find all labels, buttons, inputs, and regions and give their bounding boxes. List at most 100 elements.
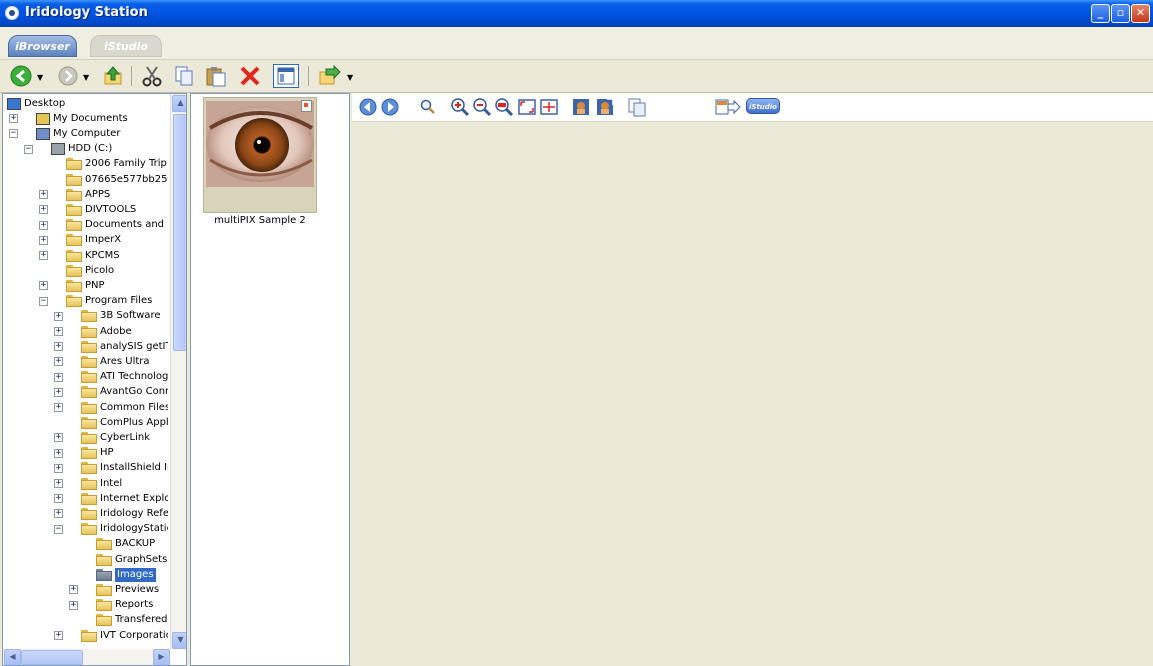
expand-icon[interactable]: +	[54, 631, 63, 640]
expand-icon[interactable]: +	[54, 387, 63, 397]
next-image-icon[interactable]	[380, 97, 400, 117]
zoom-out-icon[interactable]	[472, 97, 492, 117]
tree-item[interactable]: Reports	[96, 598, 168, 613]
expand-icon[interactable]: +	[54, 433, 63, 443]
tree-item[interactable]: HDD (C:)	[51, 142, 168, 157]
expand-icon[interactable]: +	[54, 403, 63, 412]
expand-icon[interactable]: +	[54, 342, 63, 352]
forward-dropdown-icon[interactable]: ▼	[83, 73, 89, 82]
expand-icon[interactable]: +	[9, 114, 18, 124]
expand-icon[interactable]: +	[54, 448, 63, 458]
fit-width-icon[interactable]	[539, 97, 559, 117]
expand-icon[interactable]: +	[54, 372, 63, 382]
back-dropdown-icon[interactable]: ▼	[37, 73, 43, 82]
tree-item[interactable]: ATI Technologies	[81, 370, 168, 385]
collapse-icon[interactable]: −	[9, 129, 18, 139]
expand-icon[interactable]: +	[39, 281, 48, 291]
fit-window-icon[interactable]	[517, 97, 537, 117]
zoom-icon[interactable]	[418, 97, 438, 117]
tree-item[interactable]: KPCMS	[66, 248, 168, 263]
tree-item[interactable]: Iridology Referer	[81, 506, 168, 521]
folder-tree[interactable]: Desktop + My Documents − My Computer − HDD (C:…	[2, 93, 187, 666]
tree-item[interactable]: Internet Explorer	[81, 491, 168, 506]
tree-item[interactable]: ImperX	[66, 233, 168, 248]
tree-item[interactable]: AvantGo Connec	[81, 385, 168, 400]
view-layout-icon[interactable]	[273, 64, 299, 88]
back-icon[interactable]	[8, 64, 34, 88]
image-info-icon[interactable]	[571, 97, 591, 117]
close-button[interactable]: ✕	[1131, 4, 1150, 23]
tab-istudio[interactable]: iStudio	[90, 35, 162, 57]
zoom-in-icon[interactable]	[450, 97, 470, 117]
expand-icon[interactable]: +	[39, 235, 48, 245]
tree-item[interactable]: Desktop	[7, 96, 168, 111]
tree-item[interactable]: Ares Ultra	[81, 354, 168, 369]
tree-item[interactable]: Picolo	[66, 263, 168, 278]
scroll-down-icon[interactable]: ▼	[172, 632, 186, 649]
tree-scroll-thumb[interactable]	[173, 114, 186, 351]
cut-icon[interactable]	[140, 64, 164, 88]
copy-image-icon[interactable]	[627, 97, 647, 117]
expand-icon[interactable]: +	[54, 463, 63, 473]
delete-icon[interactable]	[237, 64, 263, 88]
up-folder-icon[interactable]	[101, 64, 125, 88]
tree-item[interactable]: Documents and Setti	[66, 218, 168, 233]
tree-item[interactable]: DIVTOOLS	[66, 202, 168, 217]
image-export-icon[interactable]	[595, 97, 615, 117]
tree-item[interactable]: Adobe	[81, 324, 168, 339]
tree-item[interactable]: My Documents	[36, 111, 168, 126]
expand-icon[interactable]: +	[54, 494, 63, 504]
tree-item[interactable]: My Computer	[36, 126, 168, 141]
tree-item[interactable]: Program Files	[66, 294, 168, 309]
scroll-right-icon[interactable]: ▶	[153, 649, 170, 665]
expand-icon[interactable]: +	[54, 311, 63, 321]
tree-item[interactable]: analySIS getIT	[81, 339, 168, 354]
tab-ibrowser[interactable]: iBrowser	[8, 35, 77, 57]
expand-icon[interactable]: +	[39, 205, 48, 215]
collapse-icon[interactable]: −	[39, 296, 48, 306]
tree-item[interactable]: GraphSets	[96, 552, 168, 567]
forward-icon[interactable]	[56, 64, 80, 88]
tree-item[interactable]: 3B Software	[81, 309, 168, 324]
tree-item[interactable]: IridologyStation5	[81, 522, 168, 537]
export-icon[interactable]	[316, 64, 344, 88]
expand-icon[interactable]: +	[54, 357, 63, 367]
tree-item[interactable]: IVT Corporation	[81, 628, 168, 643]
tree-item[interactable]: InstallShield Insta	[81, 461, 168, 476]
tree-item[interactable]: HP	[81, 446, 168, 461]
tree-item[interactable]: CyberLink	[81, 430, 168, 445]
export-dropdown-icon[interactable]: ▼	[347, 73, 353, 82]
tree-hscroll-thumb[interactable]	[21, 650, 83, 665]
zoom-100-icon[interactable]	[494, 97, 514, 117]
thumbnail-card[interactable]	[203, 97, 317, 213]
scroll-up-icon[interactable]: ▲	[172, 95, 186, 112]
tree-item[interactable]: APPS	[66, 187, 168, 202]
scroll-left-icon[interactable]: ◀	[4, 649, 21, 665]
tree-item[interactable]: Common Files	[81, 400, 168, 415]
paste-icon[interactable]	[204, 64, 228, 88]
expand-icon[interactable]: +	[69, 585, 78, 595]
tree-item[interactable]: Intel	[81, 476, 168, 491]
expand-icon[interactable]: +	[39, 220, 48, 230]
expand-icon[interactable]: +	[54, 327, 63, 336]
tree-horizontal-scrollbar[interactable]: ◀ ▶	[3, 649, 170, 665]
expand-icon[interactable]: +	[69, 600, 78, 610]
prev-image-icon[interactable]	[358, 97, 378, 117]
copy-icon[interactable]	[172, 64, 196, 88]
istudio-button[interactable]: iStudio	[746, 98, 780, 114]
tree-item[interactable]: PNP	[66, 278, 168, 293]
tree-item[interactable]: Previews	[96, 582, 168, 597]
expand-icon[interactable]: +	[39, 190, 48, 200]
tree-item[interactable]: ComPlus Applicat	[81, 415, 168, 430]
expand-icon[interactable]: +	[39, 251, 48, 260]
maximize-button[interactable]: ▫	[1111, 4, 1130, 23]
tree-item[interactable]: 2006 Family Trip Ima	[66, 157, 168, 172]
tree-item[interactable]: BACKUP	[96, 537, 168, 552]
minimize-button[interactable]: _	[1091, 4, 1110, 23]
expand-icon[interactable]: +	[54, 509, 63, 519]
expand-icon[interactable]: +	[54, 479, 63, 488]
tree-item[interactable]: 07665e577bb251a69	[66, 172, 168, 187]
collapse-icon[interactable]: −	[54, 524, 63, 534]
collapse-icon[interactable]: −	[24, 144, 33, 154]
send-to-icon[interactable]	[714, 97, 742, 117]
